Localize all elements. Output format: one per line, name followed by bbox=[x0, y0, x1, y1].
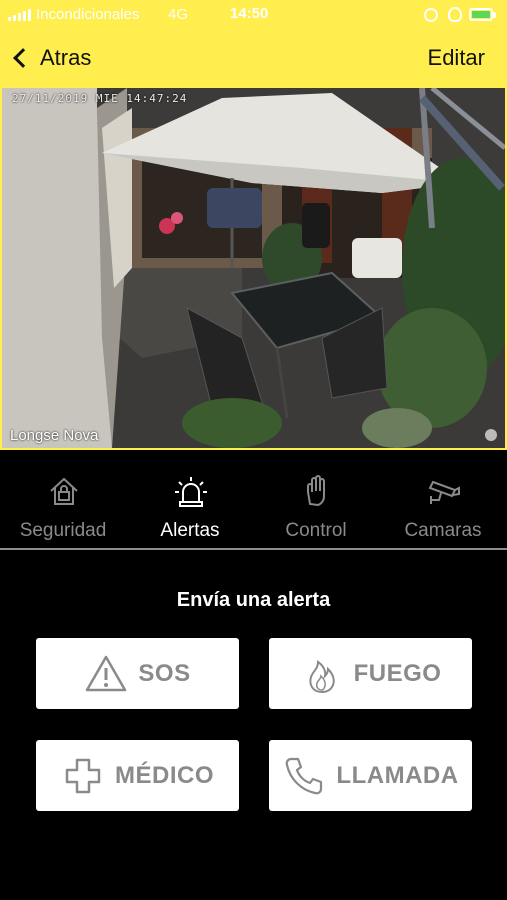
siren-icon bbox=[175, 477, 207, 507]
back-button[interactable]: Atras bbox=[10, 40, 91, 76]
back-button-label: Atras bbox=[40, 45, 92, 70]
warning-triangle-icon bbox=[86, 655, 127, 691]
fire-button-label: FUEGO bbox=[353, 659, 442, 687]
signal-strength-icon bbox=[8, 9, 31, 21]
rotation-lock-icon bbox=[424, 8, 438, 22]
tab-control[interactable]: Control bbox=[253, 466, 379, 548]
navigation-bar: Atras Editar bbox=[0, 30, 507, 88]
sos-button-label: SOS bbox=[138, 659, 191, 687]
phone-icon bbox=[286, 757, 323, 794]
camera-page-indicator[interactable] bbox=[485, 429, 497, 441]
house-lock-icon bbox=[50, 477, 78, 505]
fire-button[interactable]: FUEGO bbox=[269, 638, 472, 709]
hand-icon bbox=[307, 475, 325, 507]
tab-label: Alertas bbox=[160, 520, 220, 541]
tab-alertas[interactable]: Alertas bbox=[127, 466, 253, 548]
call-button[interactable]: LLAMADA bbox=[269, 740, 472, 811]
medical-button-label: MÉDICO bbox=[115, 761, 214, 789]
carrier-name: Incondicionales bbox=[36, 6, 140, 23]
status-bar: Incondicionales 4G 14:50 bbox=[0, 0, 507, 30]
status-time: 14:50 bbox=[230, 5, 269, 22]
fire-icon bbox=[309, 659, 335, 693]
call-button-label: LLAMADA bbox=[336, 761, 459, 789]
tab-label: Seguridad bbox=[19, 520, 107, 541]
camera-timestamp: 27/11/2019 MIE 14:47:24 bbox=[12, 92, 188, 105]
alerts-title: Envía una alerta bbox=[176, 589, 331, 611]
camera-name: Longse Nova bbox=[10, 427, 99, 444]
tab-divider bbox=[0, 548, 507, 550]
tab-camaras[interactable]: Camaras bbox=[380, 466, 506, 548]
tab-label: Camaras bbox=[404, 520, 482, 541]
medical-button[interactable]: MÉDICO bbox=[36, 740, 239, 811]
chevron-left-icon bbox=[13, 48, 33, 68]
alarm-clock-icon bbox=[448, 7, 462, 22]
battery-icon bbox=[469, 8, 496, 21]
sos-button[interactable]: SOS bbox=[36, 638, 239, 709]
tab-seguridad[interactable]: Seguridad bbox=[0, 466, 126, 548]
tab-label: Control bbox=[285, 520, 347, 541]
tab-bar: Seguridad Alertas Control Camaras bbox=[0, 466, 507, 550]
camera-feed[interactable]: 27/11/2019 MIE 14:47:24 Longse Nova bbox=[0, 88, 507, 450]
network-type: 4G bbox=[168, 6, 189, 23]
edit-button[interactable]: Editar bbox=[428, 45, 485, 71]
medical-cross-icon bbox=[65, 758, 101, 793]
camera-feed-image bbox=[2, 88, 505, 448]
cctv-camera-icon bbox=[428, 480, 460, 504]
